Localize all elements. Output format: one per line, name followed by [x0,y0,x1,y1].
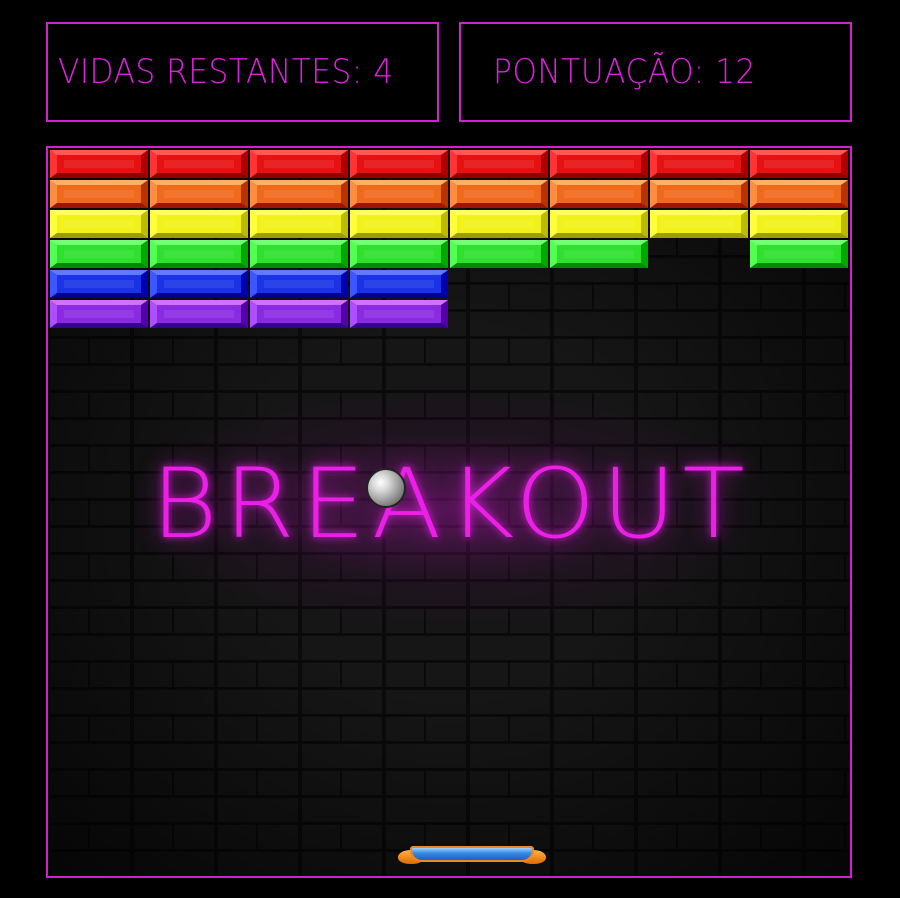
brick-red [450,150,548,178]
paddle-body [410,846,534,862]
score-text: PONTUAÇÃO: 12 [493,52,756,92]
brick-blue [250,270,348,298]
game-field[interactable]: BREAKOUT [46,146,852,878]
brick-green [450,240,548,268]
brick-orange [350,180,448,208]
brick-green [750,240,848,268]
brick-red [350,150,448,178]
brick-yellow [150,210,248,238]
brick-yellow [650,210,748,238]
brick-green [50,240,148,268]
lives-panel: VIDAS RESTANTES: 4 [46,22,439,122]
brick-purple [250,300,348,328]
brick-blue [150,270,248,298]
score-panel: PONTUAÇÃO: 12 [459,22,852,122]
brick-green [550,240,648,268]
brick-yellow [350,210,448,238]
brick-orange [50,180,148,208]
brick-yellow [750,210,848,238]
brick-green [350,240,448,268]
brick-green [150,240,248,268]
ball [366,468,406,508]
paddle[interactable] [398,846,546,866]
brick-green [250,240,348,268]
brick-red [250,150,348,178]
brick-purple [150,300,248,328]
brick-purple [50,300,148,328]
brick-red [550,150,648,178]
brick-red [650,150,748,178]
brick-red [750,150,848,178]
brick-yellow [250,210,348,238]
brick-yellow [50,210,148,238]
brick-orange [550,180,648,208]
brick-blue [50,270,148,298]
brick-orange [650,180,748,208]
game-title: BREAKOUT [150,448,752,560]
brick-red [150,150,248,178]
brick-orange [150,180,248,208]
brick-red [50,150,148,178]
brick-orange [450,180,548,208]
brick-blue [350,270,448,298]
brick-orange [750,180,848,208]
brick-purple [350,300,448,328]
lives-remaining-text: VIDAS RESTANTES: 4 [58,52,394,92]
brick-orange [250,180,348,208]
brick-yellow [550,210,648,238]
brick-yellow [450,210,548,238]
